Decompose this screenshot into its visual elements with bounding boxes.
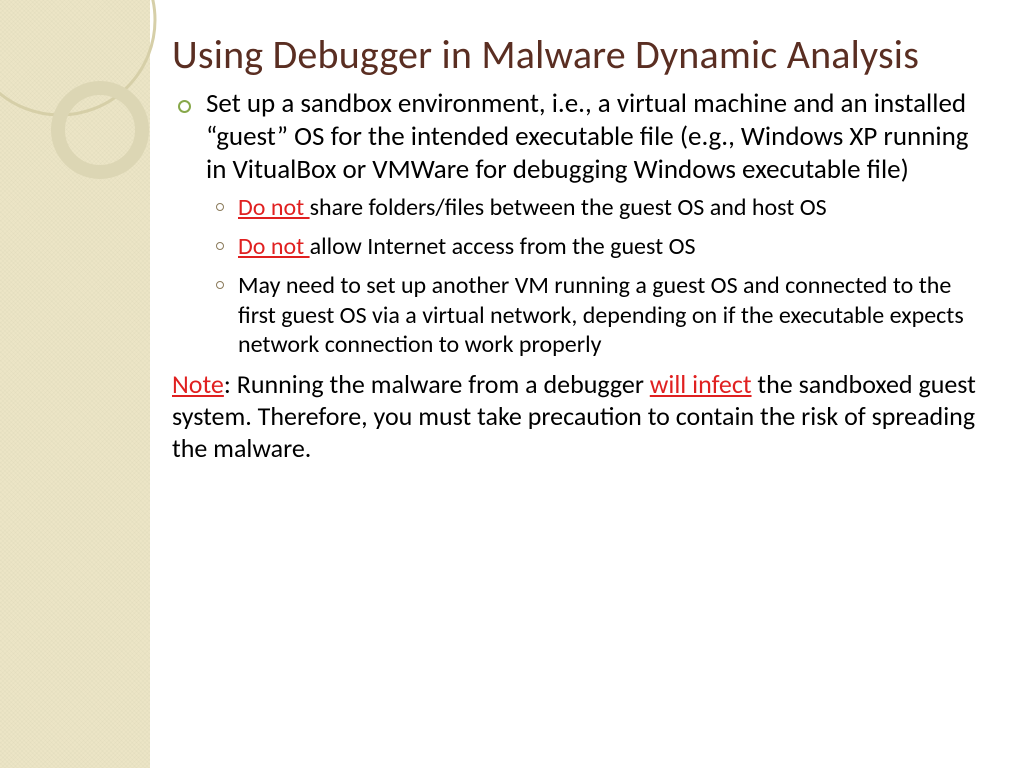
slide-title: Using Debugger in Malware Dynamic Analys… <box>172 32 984 78</box>
sub-bullet-list: Do not share folders/files between the g… <box>206 193 984 359</box>
note-paragraph: Note: Running the malware from a debugge… <box>172 369 984 464</box>
sub-bullet-item: Do not share folders/files between the g… <box>238 193 984 222</box>
note-label: Note <box>172 368 224 400</box>
sub-bullet-text: May need to set up another VM running a … <box>238 271 964 359</box>
sub-bullet-text: share folders/files between the guest OS… <box>310 193 827 222</box>
decorative-sidebar <box>0 0 150 768</box>
bullet-item: Set up a sandbox environment, i.e., a vi… <box>206 88 984 359</box>
sub-bullet-item: May need to set up another VM running a … <box>238 271 984 359</box>
sub-bullet-text: allow Internet access from the guest OS <box>310 232 696 261</box>
sub-bullet-item: Do not allow Internet access from the gu… <box>238 232 984 261</box>
warning-text: Do not <box>238 232 310 261</box>
bullet-list: Set up a sandbox environment, i.e., a vi… <box>172 88 984 359</box>
slide-content: Using Debugger in Malware Dynamic Analys… <box>172 32 984 464</box>
slide: Using Debugger in Malware Dynamic Analys… <box>0 0 1024 768</box>
note-warning: will infect <box>650 368 752 400</box>
bullet-text: Set up a sandbox environment, i.e., a vi… <box>206 87 969 186</box>
warning-text: Do not <box>238 193 310 222</box>
note-text-1: : Running the malware from a debugger <box>224 368 650 400</box>
